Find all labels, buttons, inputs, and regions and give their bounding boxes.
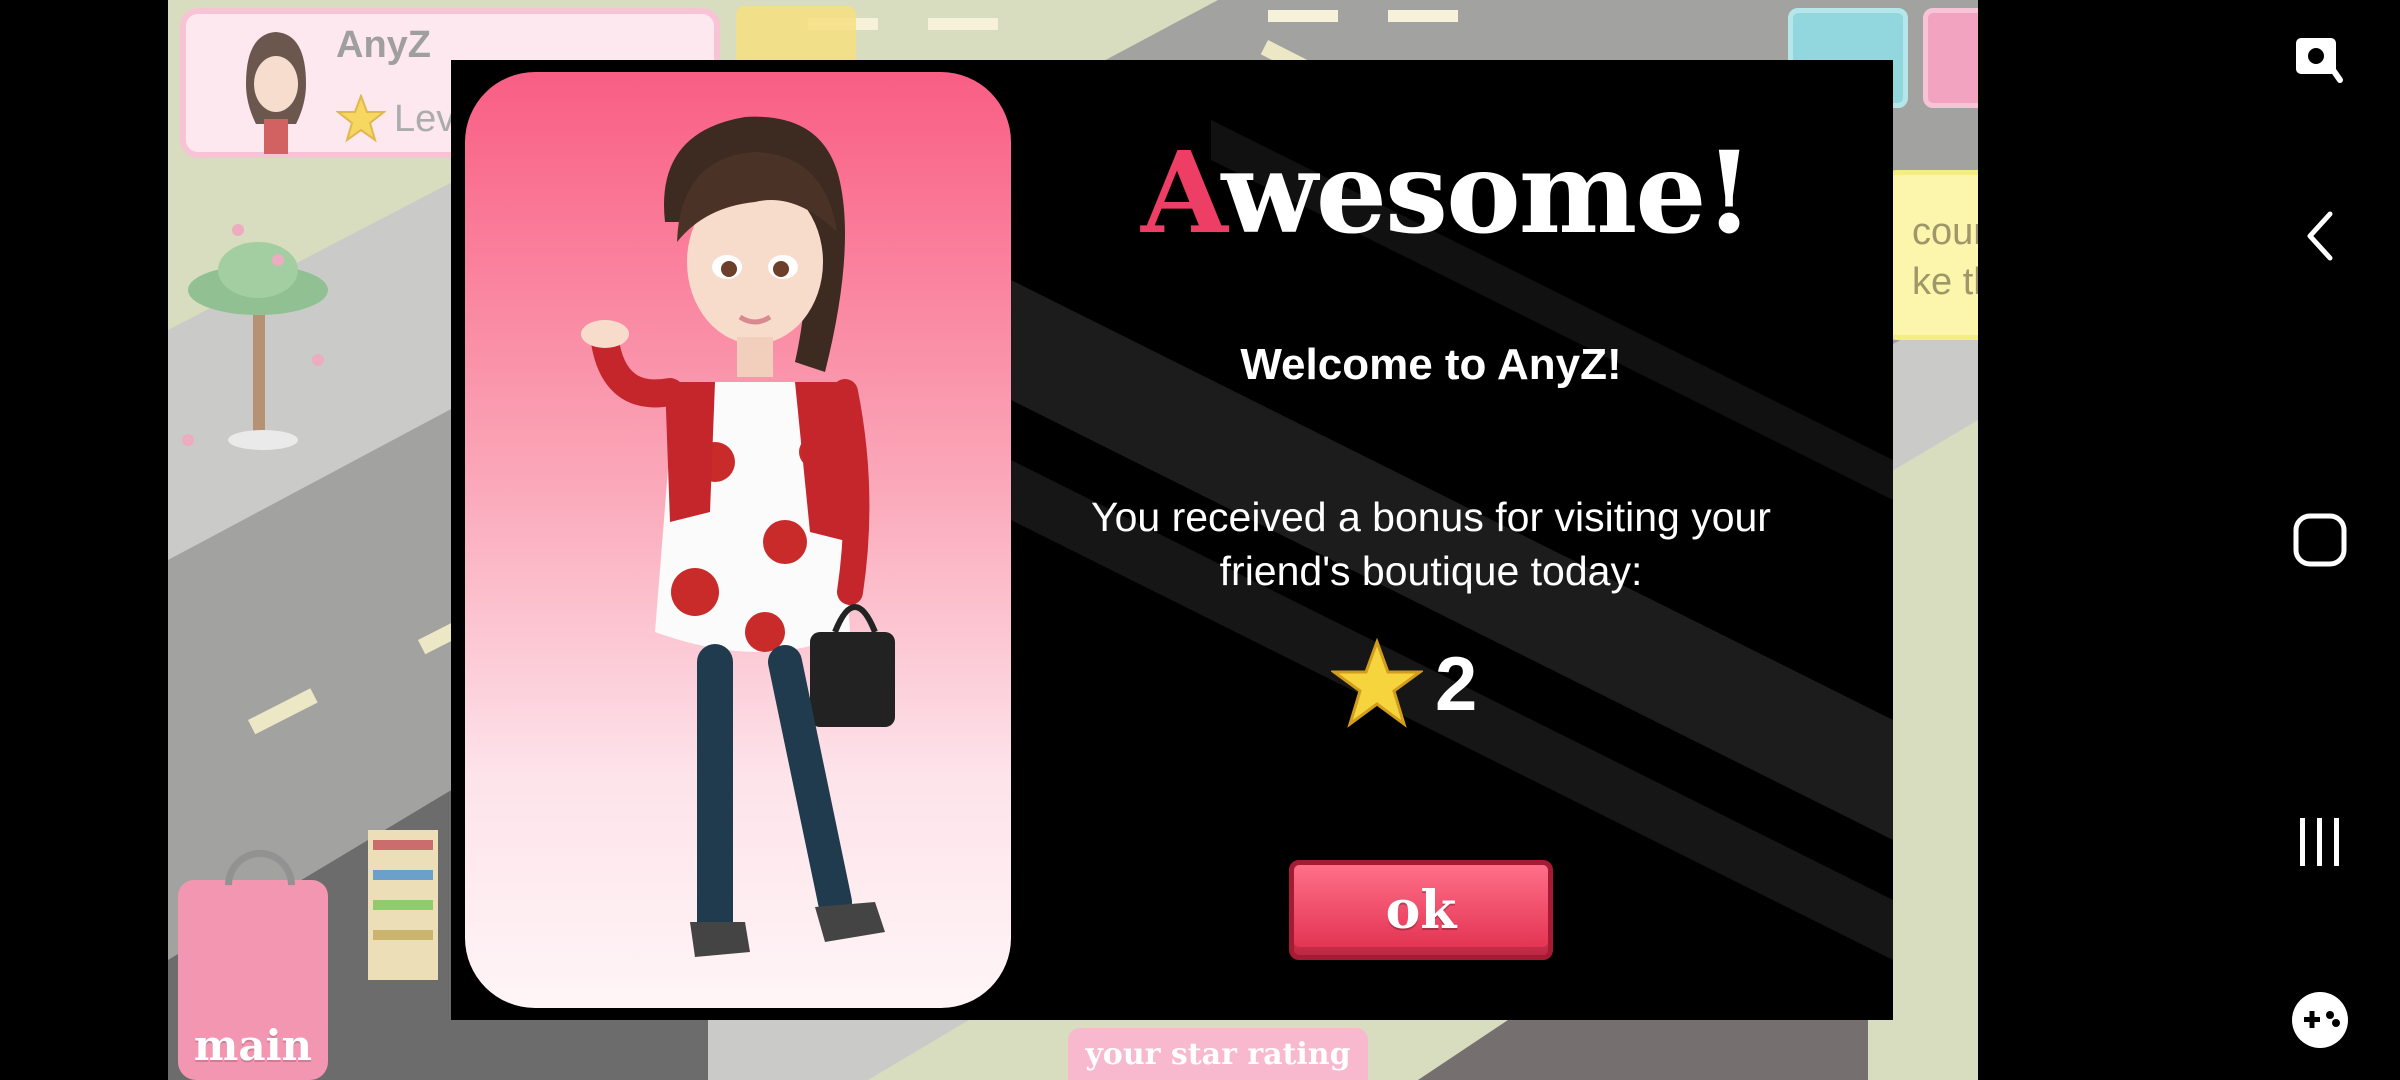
title-rest: wesome! bbox=[1221, 128, 1753, 259]
recents-icon[interactable] bbox=[2280, 802, 2360, 882]
player-name: AnyZ bbox=[336, 24, 431, 66]
ok-button[interactable]: ok bbox=[1289, 860, 1553, 960]
dialog-title: Awesome! bbox=[1141, 138, 1754, 250]
back-icon[interactable] bbox=[2280, 196, 2360, 276]
reward-value: 2 bbox=[1435, 641, 1478, 727]
title-first-letter: A bbox=[1141, 128, 1223, 259]
player-avatar bbox=[246, 32, 306, 154]
bonus-message: You received a bonus for visiting your f… bbox=[1051, 490, 1811, 598]
reward-row: 2 bbox=[1331, 638, 1477, 730]
star-icon bbox=[336, 94, 386, 143]
welcome-text: Welcome to AnyZ! bbox=[1240, 340, 1622, 389]
star-icon bbox=[1331, 638, 1423, 728]
screen: AnyZ Leve S counters with ke them. gift … bbox=[0, 0, 2400, 1080]
system-nav-bar bbox=[2240, 0, 2400, 1080]
screen-share-icon[interactable] bbox=[2280, 20, 2360, 100]
main-label: main bbox=[193, 1021, 313, 1070]
tip-line-2: ke them. bbox=[1912, 261, 1978, 303]
bonus-dialog: Awesome! Welcome to AnyZ! You received a… bbox=[451, 60, 1893, 1020]
avatar-panel bbox=[465, 72, 1011, 1008]
tip-banner: counters with ke them. bbox=[1883, 170, 1978, 340]
bonus-line-2: friend's boutique today: bbox=[1219, 548, 1643, 594]
avatar-illustration bbox=[581, 116, 895, 957]
game-controller-icon[interactable] bbox=[2280, 980, 2360, 1060]
star-rating-tab[interactable]: your star rating bbox=[1068, 1028, 1368, 1080]
tip-line-1: counters with bbox=[1912, 211, 1978, 253]
bonus-line-1: You received a bonus for visiting your bbox=[1091, 494, 1771, 540]
chat-button[interactable] bbox=[1923, 8, 1978, 108]
bookshelf bbox=[368, 830, 438, 980]
quest-tab[interactable] bbox=[736, 6, 856, 66]
main-button[interactable]: main bbox=[178, 880, 328, 1080]
home-icon[interactable] bbox=[2280, 500, 2360, 580]
